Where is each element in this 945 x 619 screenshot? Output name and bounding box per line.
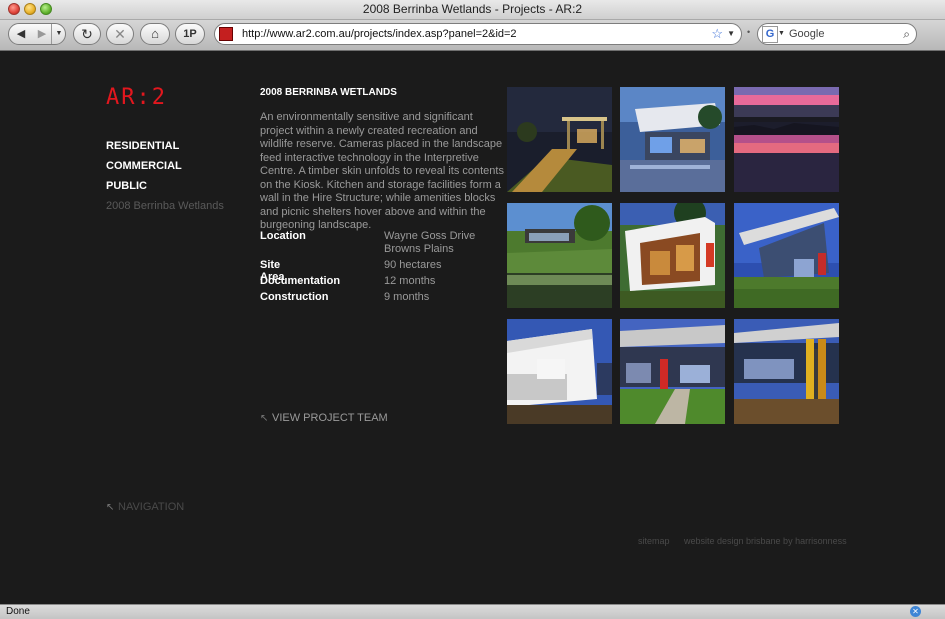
web-page: AR:2 RESIDENTIAL COMMERCIAL PUBLIC 2008 …: [0, 51, 945, 604]
history-dropdown-button[interactable]: ▼: [51, 24, 66, 44]
url-text[interactable]: http://www.ar2.com.au/projects/index.asp…: [242, 24, 517, 44]
search-engine-dropdown-icon[interactable]: ▼: [778, 24, 785, 44]
gallery-thumbnail[interactable]: [507, 203, 612, 308]
design-credit-link[interactable]: website design brisbane by harrisonness: [684, 536, 847, 546]
search-icon[interactable]: ⌕: [903, 24, 910, 44]
history-nav-group: ◀ ▶ ▼: [8, 23, 66, 45]
fact-value: Wayne Goss Drive Browns Plains: [384, 230, 476, 255]
gallery-thumbnail[interactable]: [620, 319, 725, 424]
site-favicon-icon: [219, 27, 233, 41]
window-title: 2008 Berrinba Wetlands - Projects - AR:2: [362, 2, 583, 16]
zoom-window-button[interactable]: [40, 3, 52, 15]
nav-link-residential[interactable]: RESIDENTIAL: [106, 139, 224, 159]
project-photo-gallery: [507, 87, 841, 424]
search-input[interactable]: Google: [789, 24, 824, 44]
navigation-toggle-label: NAVIGATION: [118, 501, 185, 513]
nav-link-commercial[interactable]: COMMERCIAL: [106, 159, 224, 179]
sitemap-link[interactable]: sitemap: [638, 536, 670, 546]
forward-button[interactable]: ▶: [35, 24, 49, 44]
bookmark-star-icon[interactable]: ☆: [711, 24, 723, 44]
gallery-thumbnail[interactable]: [507, 319, 612, 424]
nav-link-current-project[interactable]: 2008 Berrinba Wetlands: [106, 199, 224, 219]
url-history-dropdown-icon[interactable]: ▼: [727, 24, 735, 44]
arrow-up-left-icon: ↖: [260, 413, 269, 424]
status-text: Done: [6, 606, 30, 617]
close-window-button[interactable]: [8, 3, 20, 15]
search-bar[interactable]: G ▼ Google ⌕: [757, 23, 917, 45]
side-navigation: RESIDENTIAL COMMERCIAL PUBLIC 2008 Berri…: [106, 139, 224, 219]
stop-button[interactable]: ✕: [106, 23, 134, 45]
gallery-thumbnail[interactable]: [620, 203, 725, 308]
project-title: 2008 BERRINBA WETLANDS: [260, 87, 397, 98]
nav-link-public[interactable]: PUBLIC: [106, 179, 224, 199]
separator-dot: •: [747, 27, 751, 37]
gallery-thumbnail[interactable]: [734, 87, 839, 192]
arrow-up-left-icon: ↖: [106, 502, 115, 513]
site-logo[interactable]: AR:2: [106, 85, 167, 110]
view-project-team-link[interactable]: ↖ VIEW PROJECT TEAM: [260, 412, 388, 424]
fact-label: Location: [260, 230, 306, 242]
fact-value: 12 months: [384, 275, 436, 287]
status-close-icon[interactable]: ✕: [910, 606, 921, 617]
fact-label: Construction: [260, 291, 329, 303]
navigation-toggle-link[interactable]: ↖ NAVIGATION: [106, 501, 184, 513]
address-bar[interactable]: http://www.ar2.com.au/projects/index.asp…: [214, 23, 742, 45]
window-titlebar: 2008 Berrinba Wetlands - Projects - AR:2: [0, 0, 945, 20]
fact-label: Documentation: [260, 275, 341, 287]
1password-button[interactable]: 1P: [175, 23, 205, 45]
back-button[interactable]: ◀: [9, 24, 33, 44]
fact-value: 90 hectares: [384, 259, 442, 271]
reload-button[interactable]: ↻: [73, 23, 101, 45]
browser-statusbar: Done ✕: [0, 604, 945, 619]
home-button[interactable]: ⌂: [140, 23, 170, 45]
project-description: An environmentally sensitive and signifi…: [260, 111, 504, 231]
gallery-thumbnail[interactable]: [507, 87, 612, 192]
browser-toolbar: ◀ ▶ ▼ ↻ ✕ ⌂ 1P http://www.ar2.com.au/pro…: [0, 20, 945, 51]
minimize-window-button[interactable]: [24, 3, 36, 15]
view-project-team-label: VIEW PROJECT TEAM: [272, 412, 388, 424]
gallery-thumbnail[interactable]: [734, 203, 839, 308]
fact-value: 9 months: [384, 291, 430, 303]
gallery-thumbnail[interactable]: [734, 319, 839, 424]
google-engine-icon[interactable]: G: [762, 26, 778, 43]
gallery-thumbnail[interactable]: [620, 87, 725, 192]
